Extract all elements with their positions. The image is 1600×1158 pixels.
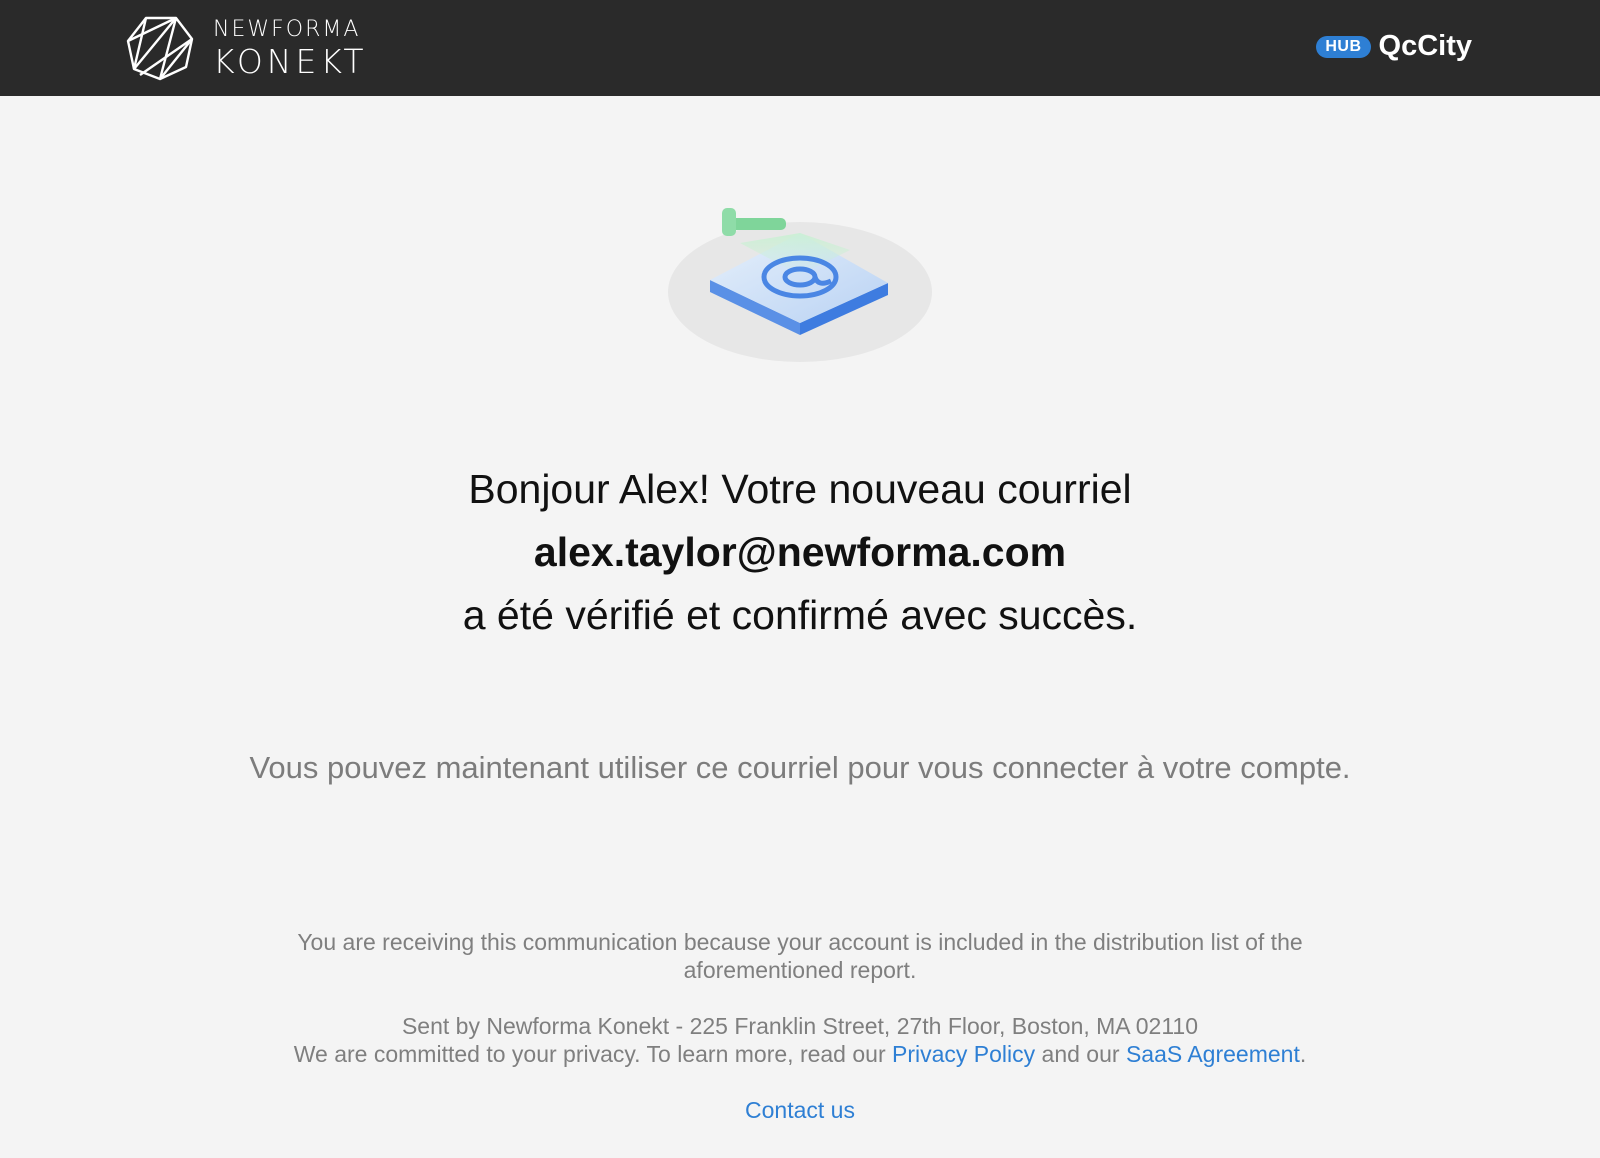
confirmation-message: Bonjour Alex! Votre nouveau courriel ale… [0,458,1600,647]
distribution-notice: You are receiving this communication bec… [297,929,1303,983]
privacy-policy-link[interactable]: Privacy Policy [892,1041,1035,1067]
email-verified-icon [668,208,932,362]
hub-badge: HUB [1316,35,1371,58]
logo-line-konekt: KONEKT [213,41,368,81]
hub-indicator: HUB QcCity [1316,30,1472,63]
privacy-prefix: We are committed to your privacy. To lea… [293,1041,886,1067]
email-footer: You are receiving this communication bec… [0,928,1600,1124]
top-header: NEWFORMA KONEKT HUB QcCity [0,0,1600,96]
verified-email: alex.taylor@newforma.com [533,529,1067,575]
newforma-konekt-logo[interactable]: NEWFORMA KONEKT [126,15,368,81]
newforma-logo-icon [126,16,194,81]
hub-name: QcCity [1378,30,1472,62]
privacy-statement: We are committed to your privacy. To lea… [0,1040,1600,1068]
logo-line-newforma: NEWFORMA [213,16,361,42]
green-tab-side [722,208,736,236]
logo-wordmark: NEWFORMA KONEKT [213,16,368,81]
sender-address: Sent by Newforma Konekt - 225 Franklin S… [401,1013,1199,1039]
contact-us-link[interactable]: Contact us [745,1096,855,1124]
privacy-period: . [1299,1041,1307,1067]
greeting-line: Bonjour Alex! Votre nouveau courriel [468,466,1132,512]
and-our-text: and our [1041,1041,1120,1067]
login-hint: Vous pouvez maintenant utiliser ce courr… [249,750,1351,785]
confirmation-line: a été vérifié et confirmé avec succès. [462,592,1138,638]
saas-agreement-link[interactable]: SaaS Agreement [1126,1041,1300,1067]
